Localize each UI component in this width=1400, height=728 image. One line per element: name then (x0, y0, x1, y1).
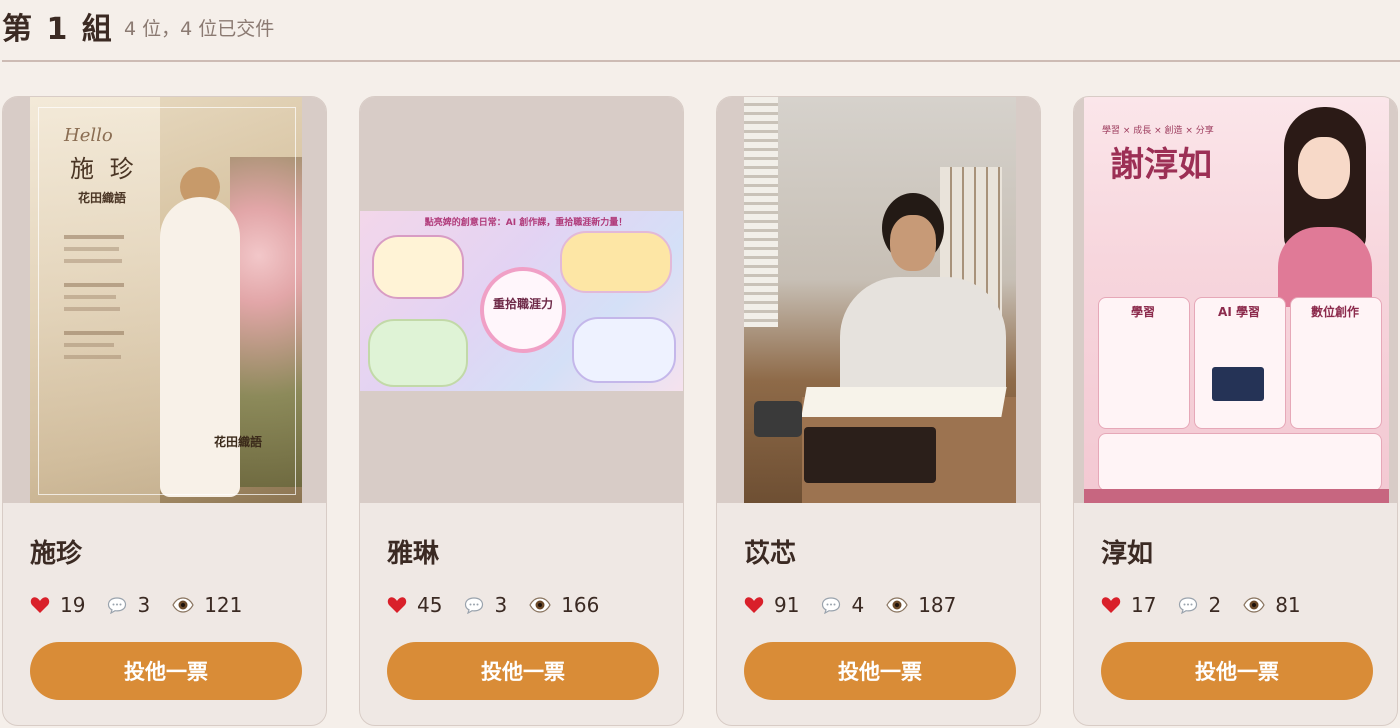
image-center-text: 重拾職涯力 (492, 297, 553, 311)
entry-stats: 17 2 81 (1101, 591, 1323, 619)
entry-name: 淳如 (1101, 539, 1154, 569)
entry-image: 點亮婢的創意日常：AI 創作課，重拾職涯新力量！ 重拾職涯力 (360, 211, 683, 391)
entry-image: 學習 × 成長 × 創造 × 分享 謝淳如 學習 AI 學習 數位創作 (1084, 97, 1389, 503)
image-col3-text: 數位創作 (1310, 305, 1359, 319)
image-name-text: 謝淳如 (1110, 145, 1212, 185)
entry-name: 施珍 (30, 539, 83, 569)
image-hello-text: Hello (64, 125, 113, 146)
comments-stat: 2 (1178, 593, 1221, 617)
heart-icon (744, 596, 764, 614)
speech-bubble-icon (1178, 596, 1198, 614)
likes-stat: 45 (387, 593, 442, 617)
entry-image: Hello 施 珍 花田織語 花田織語 (30, 97, 302, 503)
eye-icon (1243, 597, 1265, 613)
likes-stat: 19 (30, 593, 85, 617)
header-divider (2, 60, 1400, 62)
likes-count: 19 (60, 593, 86, 617)
image-footer-text: 花田織語 (214, 435, 263, 449)
comments-count: 2 (1208, 593, 1222, 617)
entry-card: 苡芯 91 4 187 投他一票 (716, 96, 1041, 726)
image-name-text: 施 珍 (70, 155, 138, 183)
comments-stat: 3 (464, 593, 507, 617)
views-stat: 187 (886, 593, 956, 617)
image-brand-text: 花田織語 (78, 191, 127, 205)
speech-bubble-icon (107, 596, 127, 614)
speech-bubble-icon (821, 596, 841, 614)
image-col2-text: AI 學習 (1218, 305, 1260, 319)
image-banner-text: 點亮婢的創意日常：AI 創作課，重拾職涯新力量！ (424, 218, 628, 228)
views-count: 121 (204, 593, 243, 617)
heart-icon (30, 596, 50, 614)
comments-count: 3 (494, 593, 508, 617)
entry-image (744, 97, 1016, 503)
entry-image-frame[interactable]: 點亮婢的創意日常：AI 創作課，重拾職涯新力量！ 重拾職涯力 (360, 97, 683, 503)
entry-card: 點亮婢的創意日常：AI 創作課，重拾職涯新力量！ 重拾職涯力 雅琳 45 3 1… (359, 96, 684, 726)
likes-stat: 91 (744, 593, 799, 617)
comments-stat: 4 (821, 593, 864, 617)
image-col1-text: 學習 (1130, 305, 1155, 319)
entry-card: Hello 施 珍 花田織語 花田織語 施珍 19 3 121 投他一票 (2, 96, 327, 726)
vote-button[interactable]: 投他一票 (30, 642, 302, 700)
likes-stat: 17 (1101, 593, 1156, 617)
entry-image-frame[interactable] (717, 97, 1040, 503)
image-tagline-text: 學習 × 成長 × 創造 × 分享 (1102, 126, 1214, 136)
entry-card: 學習 × 成長 × 創造 × 分享 謝淳如 學習 AI 學習 數位創作 淳如 1… (1073, 96, 1398, 726)
eye-icon (886, 597, 908, 613)
entry-stats: 19 3 121 (30, 591, 264, 619)
entry-name: 雅琳 (387, 539, 440, 569)
views-stat: 81 (1243, 593, 1301, 617)
group-submission-status: 4 位，4 位已交件 (124, 18, 275, 40)
views-count: 187 (918, 593, 957, 617)
eye-icon (172, 597, 194, 613)
group-title: 第 1 組 (2, 12, 114, 47)
heart-icon (1101, 596, 1121, 614)
eye-icon (529, 597, 551, 613)
comments-count: 4 (851, 593, 865, 617)
likes-count: 17 (1131, 593, 1157, 617)
vote-button[interactable]: 投他一票 (1101, 642, 1373, 700)
entry-stats: 91 4 187 (744, 591, 978, 619)
views-stat: 121 (172, 593, 242, 617)
group-header: 第 1 組 4 位，4 位已交件 (0, 0, 1400, 62)
entry-stats: 45 3 166 (387, 591, 621, 619)
entry-image-frame[interactable]: Hello 施 珍 花田織語 花田織語 (3, 97, 326, 503)
likes-count: 45 (417, 593, 443, 617)
vote-button[interactable]: 投他一票 (744, 642, 1016, 700)
entry-name: 苡芯 (744, 539, 797, 569)
speech-bubble-icon (464, 596, 484, 614)
comments-count: 3 (137, 593, 151, 617)
entry-image-frame[interactable]: 學習 × 成長 × 創造 × 分享 謝淳如 學習 AI 學習 數位創作 (1074, 97, 1397, 503)
views-count: 166 (561, 593, 600, 617)
comments-stat: 3 (107, 593, 150, 617)
likes-count: 91 (774, 593, 800, 617)
heart-icon (387, 596, 407, 614)
vote-button[interactable]: 投他一票 (387, 642, 659, 700)
views-stat: 166 (529, 593, 599, 617)
views-count: 81 (1275, 593, 1301, 617)
